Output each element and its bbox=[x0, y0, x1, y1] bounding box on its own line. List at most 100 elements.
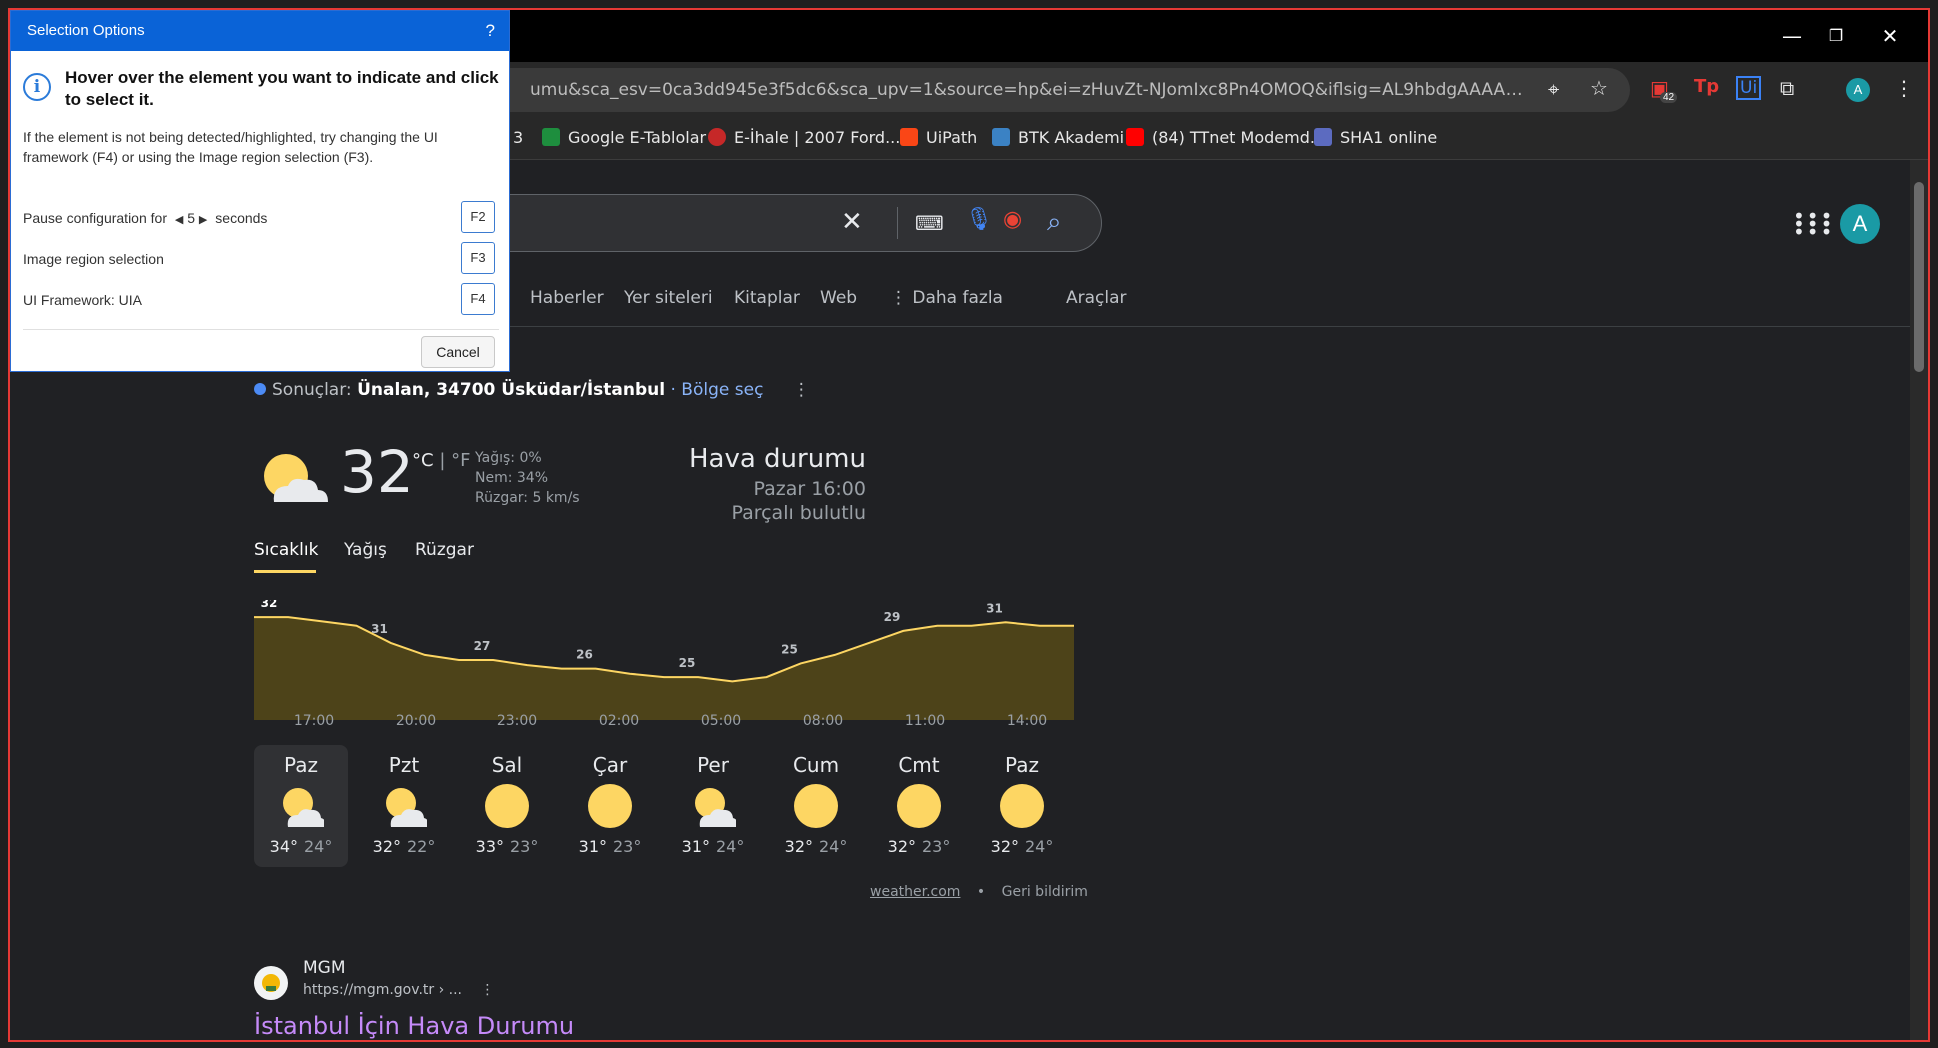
sunny-icon bbox=[588, 784, 632, 828]
search-icon[interactable]: ⌕ bbox=[1047, 207, 1062, 238]
scrollbar-thumb[interactable] bbox=[1914, 182, 1924, 372]
sheets-icon bbox=[542, 128, 560, 146]
clear-search-icon[interactable]: ✕ bbox=[841, 207, 863, 237]
forecast-day[interactable]: Cmt 32° 23° bbox=[872, 745, 966, 867]
lens-icon[interactable]: ◉ bbox=[1003, 207, 1022, 232]
bookmark-btk[interactable]: BTK Akademi bbox=[992, 128, 1124, 147]
temperature-data-label: 25 bbox=[781, 642, 798, 656]
region-select-link[interactable]: · Bölge seç bbox=[671, 380, 764, 400]
forecast-temps: 32° 24° bbox=[769, 837, 863, 856]
result-site-name[interactable]: MGM bbox=[303, 958, 346, 978]
bookmark-ttnet[interactable]: (84) TTnet Modemd... bbox=[1126, 128, 1325, 147]
minimize-button[interactable]: — bbox=[1772, 22, 1812, 50]
page-scrollbar[interactable] bbox=[1910, 160, 1928, 1040]
tab-haberler[interactable]: Haberler bbox=[530, 288, 604, 308]
result-url[interactable]: https://mgm.gov.tr › ... ⋮ bbox=[303, 982, 494, 998]
dialog-divider bbox=[23, 329, 499, 330]
tab-temperature[interactable]: Sıcaklık bbox=[254, 540, 318, 560]
increase-pause-icon[interactable]: ▶ bbox=[199, 214, 207, 226]
hour-label: 08:00 bbox=[802, 713, 844, 729]
bookmark-sha1[interactable]: SHA1 online bbox=[1314, 128, 1437, 147]
forecast-day-name: Çar bbox=[592, 753, 628, 777]
mgm-logo bbox=[254, 966, 288, 1000]
forecast-day[interactable]: Paz 32° 24° bbox=[975, 745, 1069, 867]
url-text[interactable]: umu&sca_esv=0ca3dd945e3f5dc6&sca_upv=1&s… bbox=[530, 80, 1530, 100]
tab-yer-siteleri[interactable]: Yer siteleri bbox=[624, 288, 713, 308]
active-tab-indicator bbox=[254, 570, 316, 573]
forecast-day-name: Per bbox=[697, 753, 729, 777]
feedback-link[interactable]: Geri bildirim bbox=[1002, 884, 1088, 900]
sunny-icon bbox=[1000, 784, 1044, 828]
restore-button[interactable]: ❐ bbox=[1816, 22, 1856, 50]
forecast-day[interactable]: Sal 33° 23° bbox=[460, 745, 554, 867]
browser-menu-icon[interactable]: ⋮ bbox=[1894, 76, 1914, 100]
forecast-day[interactable]: Cum 32° 24° bbox=[769, 745, 863, 867]
result-menu-icon[interactable]: ⋮ bbox=[480, 982, 494, 998]
forecast-high: 34° bbox=[269, 837, 298, 856]
location-menu-icon[interactable]: ⋮ bbox=[793, 380, 810, 400]
unit-fahrenheit[interactable]: °F bbox=[451, 450, 470, 471]
tab-araclar[interactable]: Araçlar bbox=[1066, 288, 1127, 308]
help-button[interactable]: ? bbox=[486, 11, 495, 51]
bookmark-eihale[interactable]: E-İhale | 2007 Ford... bbox=[708, 128, 900, 147]
location-dot-icon bbox=[254, 383, 266, 395]
bookmark-item[interactable]: 3 bbox=[513, 128, 523, 147]
partly-cloudy-icon bbox=[264, 454, 328, 502]
tab-daha-fazla[interactable]: ⋮ Daha fazla bbox=[890, 288, 1003, 308]
selection-options-dialog: Selection Options ? i Hover over the ele… bbox=[10, 10, 510, 372]
unit-celsius[interactable]: °C bbox=[412, 450, 434, 471]
cancel-button[interactable]: Cancel bbox=[421, 336, 495, 368]
source-link[interactable]: weather.com bbox=[870, 884, 960, 900]
search-divider bbox=[897, 207, 898, 239]
close-window-button[interactable]: ✕ bbox=[1870, 22, 1910, 50]
profile-avatar[interactable]: A bbox=[1846, 78, 1870, 102]
weather-title: Hava durumu bbox=[688, 444, 866, 474]
forecast-high: 31° bbox=[681, 837, 710, 856]
tab-precipitation[interactable]: Yağış bbox=[344, 540, 387, 560]
account-avatar[interactable]: A bbox=[1840, 204, 1880, 244]
wind: Rüzgar: 5 km/s bbox=[475, 490, 580, 506]
forecast-day[interactable]: Paz 34° 24° bbox=[254, 745, 348, 867]
f2-button[interactable]: F2 bbox=[461, 201, 495, 233]
sunny-icon bbox=[897, 784, 941, 828]
f4-button[interactable]: F4 bbox=[461, 283, 495, 315]
bookmark-star-icon[interactable]: ☆ bbox=[1590, 76, 1608, 100]
sunny-icon bbox=[794, 784, 838, 828]
hour-label: 11:00 bbox=[904, 713, 946, 729]
forecast-temps: 32° 23° bbox=[872, 837, 966, 856]
hour-label: 05:00 bbox=[700, 713, 742, 729]
ui-framework-option: UI Framework: UIA bbox=[23, 292, 143, 308]
sha1-icon bbox=[1314, 128, 1332, 146]
forecast-day-name: Cum bbox=[792, 753, 840, 777]
temperature-data-label: 32 bbox=[261, 600, 278, 610]
extensions-puzzle-icon[interactable]: ⧉ bbox=[1780, 76, 1794, 100]
tab-kitaplar[interactable]: Kitaplar bbox=[734, 288, 800, 308]
f3-button[interactable]: F3 bbox=[461, 242, 495, 274]
apps-grid-icon[interactable]: ••• ••• ••• bbox=[1793, 206, 1834, 242]
keyboard-icon[interactable]: ⌨ bbox=[915, 211, 944, 235]
hour-label: 23:00 bbox=[496, 713, 538, 729]
youtube-icon bbox=[1126, 128, 1144, 146]
temperature-data-label: 25 bbox=[679, 656, 696, 670]
forecast-day[interactable]: Per 31° 24° bbox=[666, 745, 760, 867]
microphone-icon[interactable]: 🎙 bbox=[965, 207, 993, 232]
location-pin-icon[interactable]: ⌖ bbox=[1548, 77, 1559, 101]
uipath-extension-icon[interactable]: Ui bbox=[1736, 76, 1762, 100]
uipath-icon bbox=[900, 128, 918, 146]
forecast-temps: 33° 23° bbox=[460, 837, 554, 856]
result-title-link[interactable]: İstanbul İçin Hava Durumu bbox=[254, 1012, 574, 1040]
tab-wind[interactable]: Rüzgar bbox=[415, 540, 474, 560]
bookmark-google-sheets[interactable]: Google E-Tablolar bbox=[542, 128, 706, 147]
bookmark-uipath[interactable]: UiPath bbox=[900, 128, 977, 147]
partly-cloudy-icon bbox=[283, 788, 324, 827]
source-separator: • bbox=[976, 884, 986, 900]
forecast-day[interactable]: Pzt 32° 22° bbox=[357, 745, 451, 867]
forecast-day[interactable]: Çar 31° 23° bbox=[563, 745, 657, 867]
temperature-chart: 32 31 27 26 25 25 29 31 bbox=[254, 600, 1074, 720]
tp-extension-icon[interactable]: Tp bbox=[1694, 76, 1719, 97]
pause-value[interactable]: 5 bbox=[187, 210, 195, 226]
forecast-day-name: Sal bbox=[491, 753, 523, 777]
tab-web[interactable]: Web bbox=[820, 288, 857, 308]
decrease-pause-icon[interactable]: ◀ bbox=[175, 214, 183, 226]
address-bar[interactable]: umu&sca_esv=0ca3dd945e3f5dc6&sca_upv=1&s… bbox=[480, 68, 1630, 112]
